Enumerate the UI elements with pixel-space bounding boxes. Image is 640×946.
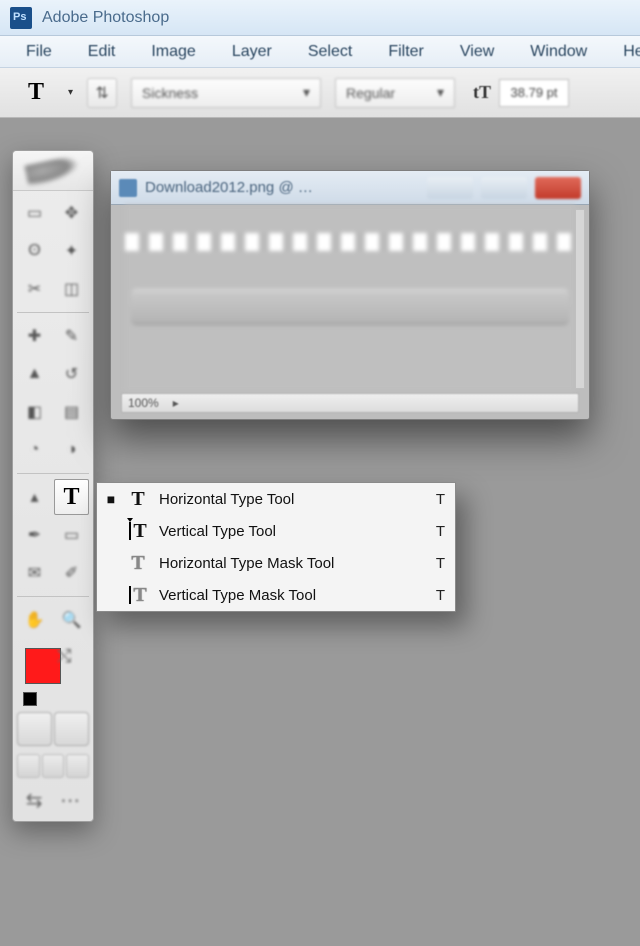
tool-path-select[interactable]: ▴: [17, 479, 52, 515]
statusbar-info-icon[interactable]: ▸: [173, 396, 179, 410]
app-titlebar: Adobe Photoshop: [0, 0, 640, 36]
tool-brush[interactable]: ✎: [54, 318, 89, 354]
default-colors-icon[interactable]: [23, 692, 37, 706]
vertical-type-mask-icon: T: [127, 585, 149, 605]
menu-filter[interactable]: Filter: [370, 39, 442, 65]
horizontal-type-mask-icon: T: [127, 553, 149, 573]
toolbox-header[interactable]: [13, 151, 93, 191]
font-size-icon: tT: [469, 80, 495, 106]
tool-move[interactable]: ✥: [54, 195, 89, 231]
tool-lasso[interactable]: ʘ: [17, 233, 52, 269]
menu-window[interactable]: Window: [512, 39, 605, 65]
options-bar: T ▾ ⇅ Sickness ▾ Regular ▾ tT 38.79 pt: [0, 68, 640, 118]
menubar: File Edit Image Layer Select Filter View…: [0, 36, 640, 68]
menu-select[interactable]: Select: [290, 39, 370, 65]
document-title: Download2012.png @ …: [145, 179, 313, 196]
flyout-item-label: Vertical Type Tool: [159, 523, 417, 540]
flyout-item-horizontal-type-mask[interactable]: T Horizontal Type Mask Tool T: [97, 547, 455, 579]
flyout-item-label: Horizontal Type Tool: [159, 491, 417, 508]
screenmode-fullmenu[interactable]: [42, 754, 65, 778]
feather-icon: [24, 154, 81, 187]
flyout-item-shortcut: T: [427, 523, 445, 540]
document-titlebar[interactable]: Download2012.png @ …: [111, 171, 589, 205]
edit-quickmask-mode[interactable]: [54, 712, 89, 746]
menu-edit[interactable]: Edit: [70, 39, 134, 65]
font-size-group: tT 38.79 pt: [469, 79, 569, 107]
flyout-item-label: Horizontal Type Mask Tool: [159, 555, 417, 572]
tool-slice[interactable]: ◫: [54, 271, 89, 307]
tool-gradient[interactable]: ▤: [54, 394, 89, 430]
window-minimize-button[interactable]: [427, 177, 473, 199]
horizontal-type-icon: T: [127, 489, 149, 509]
selected-bullet-icon: ■: [105, 491, 117, 507]
font-style-value: Regular: [346, 85, 395, 101]
menu-file[interactable]: File: [8, 39, 70, 65]
window-close-button[interactable]: [535, 177, 581, 199]
font-family-value: Sickness: [142, 85, 198, 101]
extra-tool-icon[interactable]: ⋯: [60, 788, 80, 813]
tool-heal[interactable]: ✚: [17, 318, 52, 354]
tool-hand[interactable]: ✋: [17, 602, 52, 638]
menu-help[interactable]: Help: [605, 39, 640, 65]
tool-preset-picker[interactable]: T: [18, 78, 54, 108]
tool-marquee[interactable]: ▭: [17, 195, 52, 231]
menu-layer[interactable]: Layer: [214, 39, 290, 65]
flyout-item-vertical-type[interactable]: T Vertical Type Tool T: [97, 515, 455, 547]
jump-to-imageready-icon[interactable]: ⇆: [26, 788, 43, 813]
document-window: Download2012.png @ … 100% ▸: [110, 170, 590, 420]
toolbox: ▭ ✥ ʘ ✦ ✂ ◫ ✚ ✎ ▲ ↺ ◧ ▤ ◔ ◑ ▴ T ✒ ▭ ✉ ✐ …: [12, 150, 94, 822]
tool-crop[interactable]: ✂: [17, 271, 52, 307]
type-tool-glyph-icon: T: [28, 79, 44, 106]
tool-shape[interactable]: ▭: [54, 517, 89, 553]
vertical-type-icon: T: [127, 521, 149, 541]
tool-stamp[interactable]: ▲: [17, 356, 52, 392]
foreground-swatch[interactable]: [25, 648, 61, 684]
chevron-down-icon: ▾: [303, 84, 310, 101]
tool-pen[interactable]: ✒: [17, 517, 52, 553]
screenmode-standard[interactable]: [17, 754, 40, 778]
swap-colors-icon[interactable]: ⤭: [57, 646, 81, 670]
flyout-item-shortcut: T: [427, 555, 445, 572]
document-icon: [119, 179, 137, 197]
type-tool-flyout: ■ T Horizontal Type Tool T T Vertical Ty…: [96, 482, 456, 612]
window-maximize-button[interactable]: [481, 177, 527, 199]
flyout-item-horizontal-type[interactable]: ■ T Horizontal Type Tool T: [97, 483, 455, 515]
menu-image[interactable]: Image: [133, 39, 213, 65]
document-statusbar: 100% ▸: [121, 393, 579, 413]
tool-history-brush[interactable]: ↺: [54, 356, 89, 392]
tool-blur[interactable]: ◔: [17, 432, 52, 468]
zoom-level[interactable]: 100%: [128, 396, 159, 410]
font-family-combo[interactable]: Sickness ▾: [131, 78, 321, 108]
menu-view[interactable]: View: [442, 39, 512, 65]
flyout-item-shortcut: T: [427, 587, 445, 604]
tool-eyedropper[interactable]: ✐: [54, 555, 89, 591]
tool-eraser[interactable]: ◧: [17, 394, 52, 430]
font-style-combo[interactable]: Regular ▾: [335, 78, 455, 108]
tool-dodge[interactable]: ◑: [54, 432, 89, 468]
chevron-down-icon: ▾: [437, 84, 444, 101]
vertical-scrollbar[interactable]: [575, 209, 585, 389]
app-icon: [10, 7, 32, 29]
color-swatches: ⤭: [17, 646, 89, 702]
tool-wand[interactable]: ✦: [54, 233, 89, 269]
flyout-item-label: Vertical Type Mask Tool: [159, 587, 417, 604]
tool-zoom[interactable]: 🔍: [54, 602, 89, 638]
orientation-toggle[interactable]: ⇅: [87, 78, 117, 108]
app-title: Adobe Photoshop: [42, 9, 169, 27]
document-canvas[interactable]: [125, 205, 575, 391]
screenmode-full[interactable]: [66, 754, 89, 778]
tool-preset-dropdown-icon[interactable]: ▾: [68, 87, 73, 98]
tool-type[interactable]: T: [54, 479, 89, 515]
flyout-item-vertical-type-mask[interactable]: T Vertical Type Mask Tool T: [97, 579, 455, 611]
flyout-item-shortcut: T: [427, 491, 445, 508]
font-size-field[interactable]: 38.79 pt: [499, 79, 569, 107]
edit-standard-mode[interactable]: [17, 712, 52, 746]
tool-notes[interactable]: ✉: [17, 555, 52, 591]
